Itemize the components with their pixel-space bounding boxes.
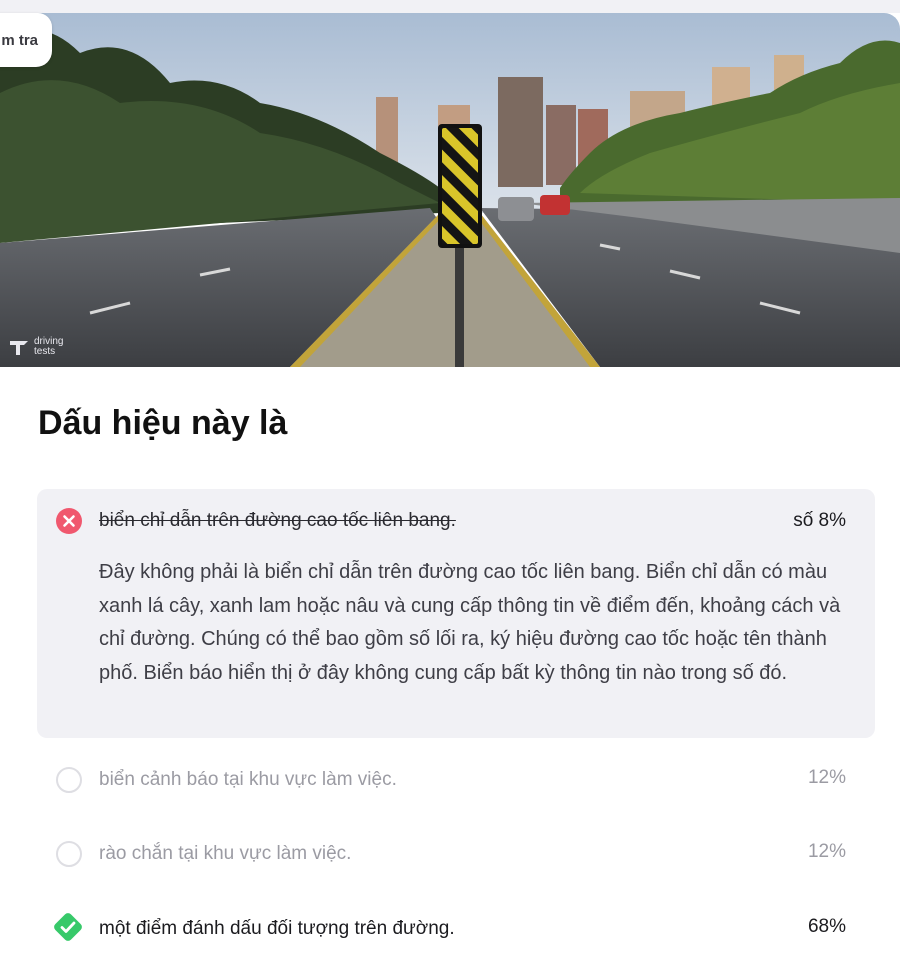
empty-circle-icon (56, 841, 82, 867)
answer-option-1-percent: số 8% (793, 510, 846, 531)
answer-option-1-text: biển chỉ dẫn trên đường cao tốc liên ban… (99, 510, 456, 531)
answer-option-2-text: biển cảnh báo tại khu vực làm việc. (99, 769, 397, 790)
empty-circle-icon (56, 767, 82, 793)
driving-tests-watermark: driving tests (8, 337, 74, 357)
answer-option-4-percent: 68% (807, 916, 846, 937)
top-strip (0, 0, 900, 13)
answer-option-3-percent: 12% (807, 841, 846, 862)
check-diamond-icon (54, 913, 82, 941)
answer-option-4-text: một điểm đánh dấu đối tượng trên đường. (99, 918, 455, 939)
question-image (0, 13, 900, 367)
question-title: Dấu hiệu này là (38, 404, 288, 442)
watermark-line2: tests (34, 346, 56, 357)
driving-tests-logo-icon (10, 341, 28, 355)
answer-explanation: Đây không phải là biển chỉ dẫn trên đườn… (99, 561, 841, 684)
check-button-label: m tra (1, 31, 38, 49)
answer-option-2-percent: 12% (807, 767, 846, 788)
answer-option-3-text: rào chắn tại khu vực làm việc. (99, 843, 352, 864)
check-button[interactable]: m tra (0, 13, 52, 67)
x-circle-icon (56, 508, 82, 534)
